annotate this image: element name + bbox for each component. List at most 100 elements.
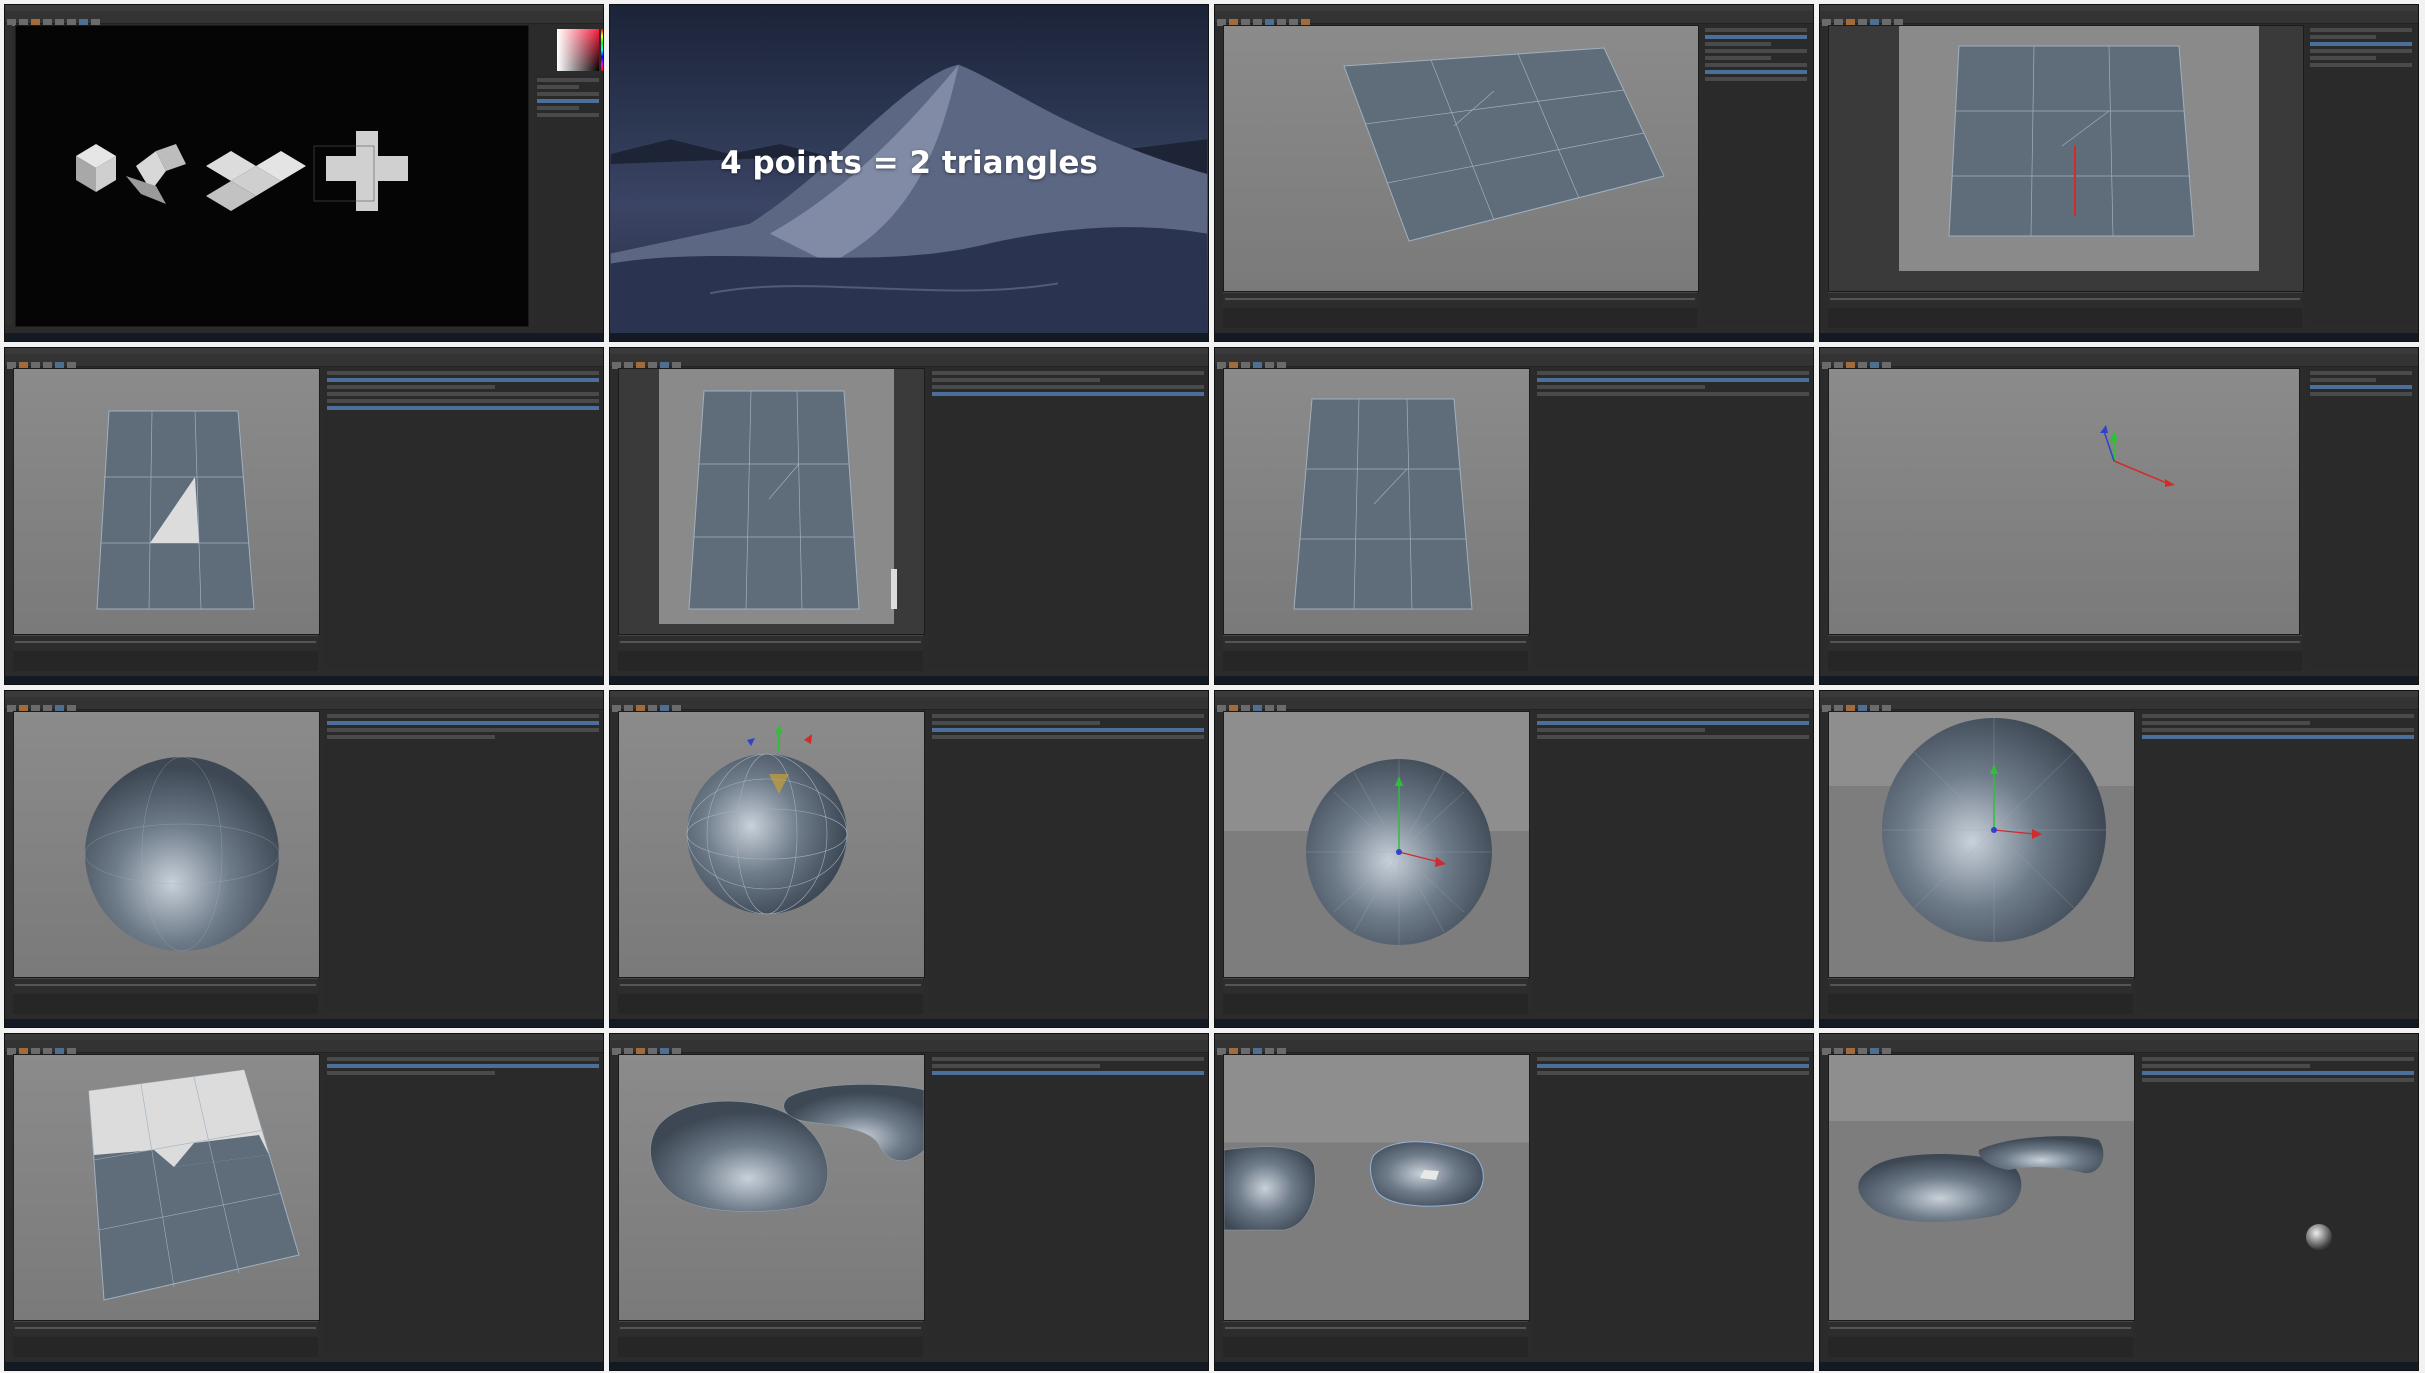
object-manager bbox=[1533, 711, 1813, 1011]
attribute-manager bbox=[1828, 994, 2133, 1014]
thumbnail-plane-subdivided[interactable] bbox=[1214, 4, 1814, 342]
hue-slider[interactable] bbox=[601, 29, 603, 71]
object-manager bbox=[323, 711, 603, 1011]
timeline[interactable] bbox=[1828, 1321, 2133, 1336]
color-picker[interactable] bbox=[557, 29, 599, 71]
toolbar bbox=[1820, 11, 2418, 26]
taskbar bbox=[5, 676, 603, 684]
thumbnail-plane-triangle-selected[interactable] bbox=[4, 347, 604, 685]
thumbnail-blob-shapes[interactable] bbox=[609, 1033, 1209, 1371]
toolbar bbox=[610, 1040, 1208, 1055]
timeline[interactable] bbox=[1223, 635, 1528, 650]
viewport[interactable] bbox=[618, 711, 925, 978]
slide-title: 4 points = 2 triangles bbox=[720, 145, 1098, 181]
timeline[interactable] bbox=[618, 635, 923, 650]
thumbnail-sphere-smooth[interactable] bbox=[4, 690, 604, 1028]
sphere-mesh bbox=[686, 724, 848, 915]
thumbnail-plane-polygons-selected[interactable] bbox=[4, 1033, 604, 1371]
object-manager bbox=[2138, 711, 2418, 1011]
taskbar bbox=[1820, 1019, 2418, 1027]
object-manager bbox=[1533, 368, 1813, 668]
thumbnail-sphere-triangulated[interactable] bbox=[1214, 690, 1814, 1028]
material-preview[interactable] bbox=[2306, 1224, 2332, 1250]
plane-mesh bbox=[1343, 47, 1665, 242]
thumbnail-plane-front-edges[interactable] bbox=[609, 347, 1209, 685]
attribute-manager bbox=[13, 651, 318, 671]
attribute-manager bbox=[618, 994, 923, 1014]
timeline[interactable] bbox=[13, 635, 318, 650]
attribute-manager bbox=[13, 994, 318, 1014]
timeline[interactable] bbox=[618, 1321, 923, 1336]
layers-panel bbox=[533, 75, 603, 341]
timeline[interactable] bbox=[1828, 978, 2133, 993]
sphere-mesh bbox=[1306, 759, 1492, 945]
attribute-manager bbox=[1223, 994, 1528, 1014]
thumbnail-photoshop-cube-unfold[interactable] bbox=[4, 4, 604, 342]
viewport[interactable] bbox=[1223, 711, 1530, 978]
thumbnail-sphere-large-gizmo[interactable] bbox=[1819, 690, 2419, 1028]
thumbnail-sphere-wire-gizmo[interactable] bbox=[609, 690, 1209, 1028]
thumbnail-blob-smooth-material[interactable] bbox=[1819, 1033, 2419, 1371]
timeline[interactable] bbox=[13, 1321, 318, 1336]
object-manager bbox=[1533, 1054, 1813, 1354]
attribute-manager bbox=[1828, 651, 2302, 671]
object-manager bbox=[323, 368, 603, 668]
toolbar bbox=[1820, 354, 2418, 369]
timeline[interactable] bbox=[1828, 635, 2302, 650]
attribute-manager bbox=[1828, 1337, 2133, 1357]
viewport[interactable] bbox=[618, 1054, 925, 1321]
plane-mesh bbox=[1899, 26, 2259, 271]
viewport[interactable] bbox=[13, 368, 320, 635]
taskbar bbox=[1215, 1362, 1813, 1370]
taskbar bbox=[5, 333, 603, 341]
viewport[interactable] bbox=[1828, 711, 2135, 978]
viewport[interactable] bbox=[1223, 1054, 1530, 1321]
taskbar bbox=[5, 1362, 603, 1370]
object-manager bbox=[2306, 368, 2416, 668]
contact-sheet: 4 points = 2 triangles bbox=[4, 4, 2419, 1371]
viewport[interactable] bbox=[1223, 368, 1530, 635]
viewport[interactable] bbox=[1223, 25, 1699, 292]
plane-mesh bbox=[96, 410, 255, 610]
attribute-manager bbox=[618, 651, 923, 671]
taskbar bbox=[1820, 1362, 2418, 1370]
timeline[interactable] bbox=[1223, 292, 1697, 307]
taskbar bbox=[1215, 676, 1813, 684]
toolbar bbox=[1215, 1040, 1813, 1055]
thumbnail-empty-axis-gizmo[interactable] bbox=[1819, 347, 2419, 685]
taskbar bbox=[610, 1019, 1208, 1027]
taskbar bbox=[610, 333, 1208, 341]
timeline[interactable] bbox=[1828, 292, 2302, 307]
viewport[interactable] bbox=[618, 368, 925, 635]
object-manager bbox=[928, 368, 1208, 668]
thumbnail-plane-front-point-drag[interactable] bbox=[1819, 4, 2419, 342]
blob-meshes bbox=[1224, 1141, 1484, 1231]
taskbar bbox=[1215, 333, 1813, 341]
timeline[interactable] bbox=[13, 978, 318, 993]
cube-unfold-illustration bbox=[76, 131, 408, 211]
thumbnail-blob-selected-polygon[interactable] bbox=[1214, 1033, 1814, 1371]
taskbar bbox=[610, 676, 1208, 684]
object-manager bbox=[323, 1054, 603, 1354]
timeline[interactable] bbox=[618, 978, 923, 993]
attribute-manager bbox=[1828, 308, 2302, 328]
plane-mesh bbox=[659, 369, 897, 624]
taskbar bbox=[1215, 1019, 1813, 1027]
thumbnail-plane-edges[interactable] bbox=[1214, 347, 1814, 685]
viewport[interactable] bbox=[13, 711, 320, 978]
sphere-mesh bbox=[1882, 718, 2106, 942]
viewport[interactable] bbox=[1828, 25, 2304, 292]
toolbar bbox=[610, 354, 1208, 369]
viewport[interactable] bbox=[13, 1054, 320, 1321]
timeline[interactable] bbox=[1223, 1321, 1528, 1336]
object-manager bbox=[2306, 25, 2416, 325]
attribute-manager bbox=[618, 1337, 923, 1357]
timeline[interactable] bbox=[1223, 978, 1528, 993]
thumbnail-title-slide[interactable]: 4 points = 2 triangles bbox=[609, 4, 1209, 342]
blob-meshes bbox=[650, 1084, 924, 1212]
photoshop-canvas bbox=[15, 25, 529, 327]
viewport[interactable] bbox=[1828, 368, 2300, 635]
toolbar bbox=[5, 11, 603, 26]
viewport[interactable] bbox=[1828, 1054, 2135, 1321]
object-manager bbox=[928, 1054, 1208, 1354]
